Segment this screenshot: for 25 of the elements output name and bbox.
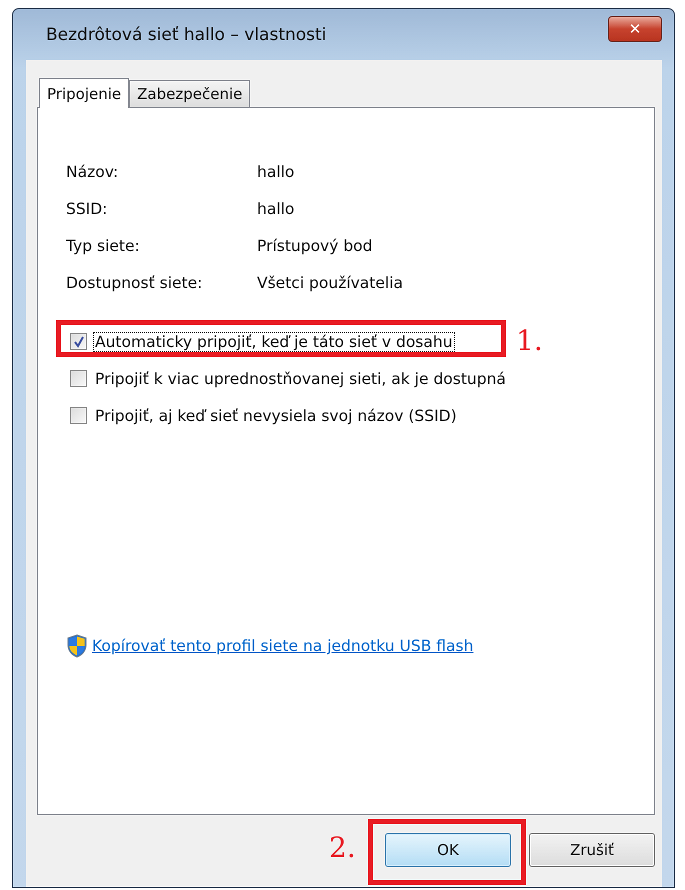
property-value: hallo — [257, 200, 294, 218]
property-label: Názov: — [66, 162, 120, 180]
checkbox-label[interactable]: Automaticky pripojiť, keď je táto sieť v dosahu — [93, 332, 455, 352]
tab[interactable]: Zabezpečenie — [129, 80, 250, 107]
step-number: 2. — [329, 831, 356, 864]
dialog-button[interactable]: Zrušiť — [529, 833, 655, 867]
step-number: 1. — [516, 324, 543, 357]
tab[interactable]: Pripojenie — [39, 78, 130, 108]
checkbox[interactable] — [70, 407, 87, 424]
copy-profile-link[interactable]: Kopírovať tento profil siete na jednotku USB flash — [92, 637, 474, 655]
close-button[interactable]: ✕ — [608, 16, 662, 42]
window-title: Bezdrôtová sieť hallo – vlastnosti — [45, 24, 326, 44]
property-label: Typ siete: — [66, 236, 141, 254]
property-label: SSID: — [66, 200, 108, 218]
checkbox-label[interactable]: Pripojiť, aj keď sieť nevysiela svoj názov (SSID) — [93, 406, 459, 426]
checkbox[interactable] — [70, 370, 87, 387]
checkbox-label[interactable]: Pripojiť k viac uprednostňovanej sieti, ak je dostupná — [93, 368, 508, 388]
property-value: Prístupový bod — [257, 236, 372, 254]
property-value: hallo — [257, 162, 294, 180]
shield-icon — [66, 634, 88, 658]
dialog-button[interactable]: OK — [385, 833, 511, 867]
checkbox[interactable] — [70, 333, 87, 350]
property-label: Dostupnosť siete: — [66, 274, 204, 292]
property-value: Všetci používatelia — [257, 274, 404, 292]
checkmark-icon — [72, 336, 84, 348]
